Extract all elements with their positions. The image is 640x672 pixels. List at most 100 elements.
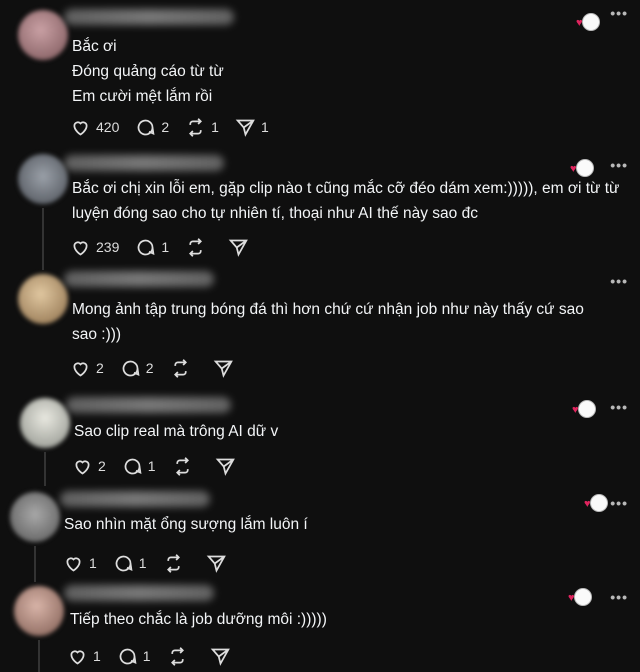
repost-button[interactable]	[170, 358, 191, 379]
comment-icon	[122, 360, 140, 376]
heart-icon	[73, 240, 88, 256]
share-button[interactable]	[215, 456, 236, 477]
comment-text: Sao clip real mà trông AI dữ v	[74, 419, 278, 444]
comment-2: ♥ ••• Bắc ơi chị xin lỗi em, gặp clip nà…	[0, 150, 640, 270]
reply-count: 2	[145, 360, 154, 376]
action-bar: 1 1	[67, 645, 253, 667]
like-count: 2	[96, 360, 104, 376]
comment-3: ••• Mong ảnh tập trung bóng đá thì hơn c…	[0, 268, 640, 390]
repost-icon	[166, 553, 180, 573]
heart-icon	[66, 556, 81, 572]
comment-line: Đóng quảng cáo từ từ	[72, 63, 224, 80]
thread-line	[44, 452, 46, 486]
comment-5: ♥ ••• Sao nhìn mặt ổng sượng lắm luôn í …	[0, 486, 640, 582]
like-button[interactable]: 239	[70, 237, 119, 258]
username-blurred[interactable]	[66, 397, 231, 413]
repost-icon	[189, 117, 203, 137]
comment-line: sao :)))	[72, 326, 122, 343]
like-button[interactable]: 2	[70, 358, 104, 379]
avatar[interactable]	[14, 586, 64, 636]
more-options-icon[interactable]: •••	[610, 158, 628, 172]
comment-line: Bắc ơi	[72, 38, 117, 55]
reply-button[interactable]: 1	[135, 237, 169, 258]
comment-6: ♥ ••• Tiếp theo chắc là job dưỡng môi :)…	[0, 582, 640, 672]
reply-button[interactable]: 1	[117, 646, 151, 667]
share-button[interactable]	[210, 646, 231, 667]
reply-count: 1	[142, 648, 151, 664]
action-bar: 239 1	[70, 236, 271, 258]
reply-count: 1	[147, 458, 156, 474]
more-options-icon[interactable]: •••	[610, 400, 628, 414]
comment-text: Tiếp theo chắc là job dưỡng môi :)))))	[70, 607, 327, 632]
comment-line: Tiếp theo chắc là job dưỡng môi :)))))	[70, 611, 327, 628]
repost-button[interactable]	[167, 646, 188, 667]
heart-icon	[73, 361, 88, 377]
like-count: 2	[98, 458, 106, 474]
heart-icon	[70, 649, 85, 665]
send-icon	[228, 239, 249, 257]
repost-button[interactable]	[185, 237, 206, 258]
share-button[interactable]	[206, 553, 227, 574]
action-bar: 420 2 1 1	[70, 116, 285, 138]
reaction-badge-icon: ♥	[584, 494, 608, 512]
repost-button[interactable]	[163, 553, 184, 574]
send-icon	[213, 360, 233, 378]
comment-line: Sao nhìn mặt ổng sượng lắm luôn í	[64, 516, 308, 533]
username-blurred[interactable]	[64, 9, 234, 25]
comment-text: Bắc ơi chị xin lỗi em, gặp clip nào t cũ…	[72, 176, 619, 226]
more-options-icon[interactable]: •••	[610, 6, 628, 20]
comment-line: Em cười mệt lắm rồi	[72, 88, 213, 105]
more-options-icon[interactable]: •••	[610, 274, 628, 288]
username-blurred[interactable]	[64, 271, 214, 287]
send-icon	[206, 555, 226, 573]
like-button[interactable]: 420	[70, 117, 119, 138]
like-button[interactable]: 2	[72, 456, 106, 477]
share-count: 1	[260, 119, 269, 135]
avatar[interactable]	[10, 492, 60, 542]
repost-button[interactable]	[172, 456, 193, 477]
avatar[interactable]	[18, 10, 68, 60]
like-button[interactable]: 1	[63, 553, 97, 574]
reply-button[interactable]: 1	[113, 553, 147, 574]
repost-button[interactable]: 1	[185, 117, 219, 138]
comment-line: Mong ảnh tập trung bóng đá thì hơn chứ c…	[72, 301, 584, 318]
share-button[interactable]	[213, 358, 234, 379]
reply-count: 1	[138, 555, 147, 571]
send-icon	[210, 648, 230, 666]
like-count: 420	[96, 119, 120, 135]
username-blurred[interactable]	[64, 155, 224, 171]
repost-icon	[173, 358, 187, 378]
comment-1: ♥ ••• Bắc ơi Đóng quảng cáo từ từ Em cườ…	[0, 0, 640, 150]
reply-count: 2	[161, 119, 170, 135]
action-bar: 2 2	[70, 357, 256, 379]
avatar[interactable]	[18, 154, 68, 204]
more-options-icon[interactable]: •••	[610, 590, 628, 604]
comment-icon	[115, 555, 133, 571]
thread-line	[38, 640, 40, 672]
reply-button[interactable]: 2	[120, 358, 154, 379]
repost-icon	[189, 237, 203, 257]
action-bar: 1 1	[63, 552, 249, 574]
avatar[interactable]	[18, 274, 68, 324]
reply-button[interactable]: 1	[122, 456, 156, 477]
username-blurred[interactable]	[60, 491, 210, 507]
like-count: 239	[96, 239, 120, 255]
reaction-badge-icon: ♥	[576, 13, 600, 31]
like-button[interactable]: 1	[67, 646, 101, 667]
username-blurred[interactable]	[64, 585, 214, 601]
send-icon	[215, 458, 235, 476]
comment-icon	[138, 239, 155, 255]
heart-icon	[73, 120, 88, 136]
avatar[interactable]	[20, 398, 70, 448]
comment-icon	[119, 648, 137, 664]
share-button[interactable]: 1	[235, 117, 269, 138]
comment-line: Sao clip real mà trông AI dữ v	[74, 423, 279, 440]
more-options-icon[interactable]: •••	[610, 496, 628, 510]
share-button[interactable]	[228, 237, 249, 258]
reaction-badge-icon: ♥	[572, 400, 596, 418]
repost-icon	[170, 646, 184, 666]
comment-line: luyện đóng sao cho tự nhiên tí, thoại nh…	[72, 205, 478, 222]
repost-count: 1	[211, 119, 219, 135]
heart-icon	[75, 459, 90, 475]
reply-button[interactable]: 2	[135, 117, 169, 138]
